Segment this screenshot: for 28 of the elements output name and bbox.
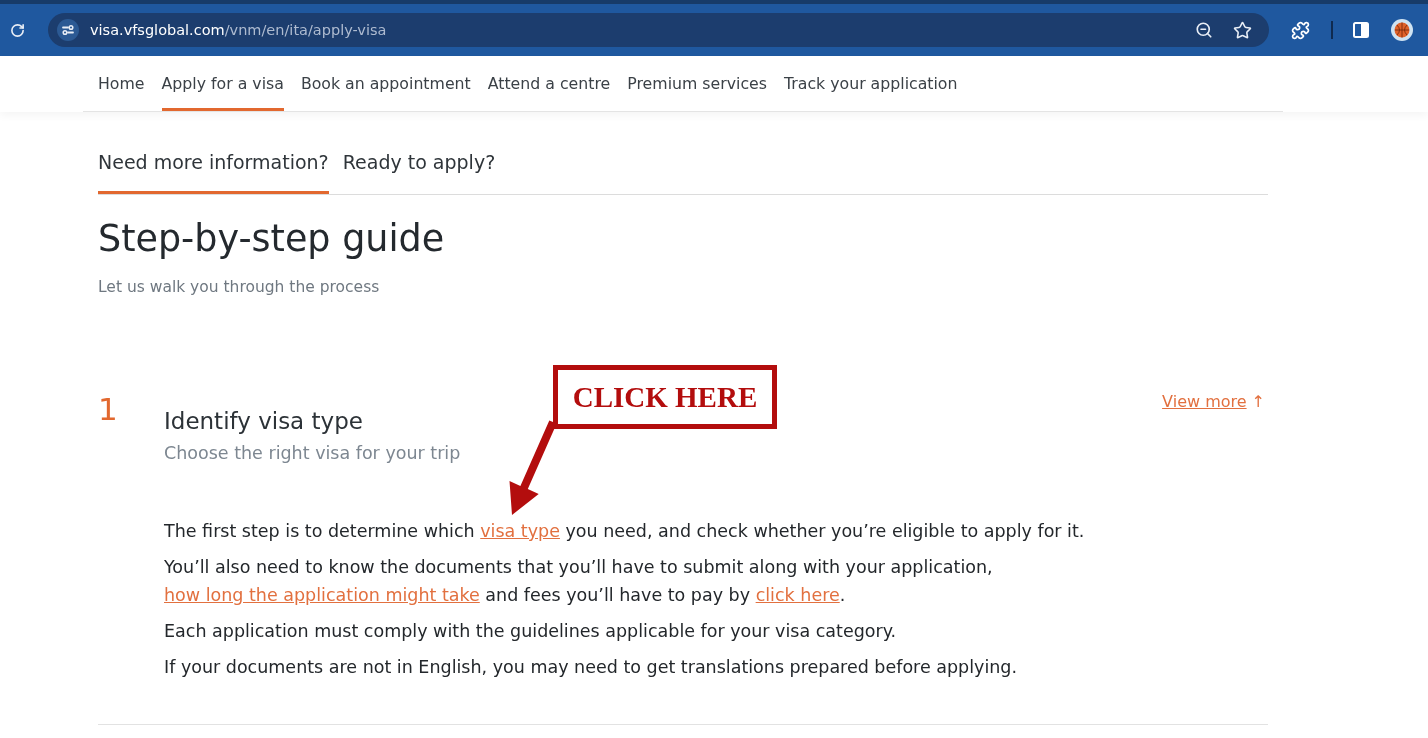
step-paragraph: You’ll also need to know the documents that you’ll have to submit along with your application, how long the application might take and fees you’ll have to pay by click here.	[164, 556, 994, 607]
step-number: 1	[98, 390, 119, 429]
page-title: Step-by-step guide	[98, 216, 446, 262]
star-icon[interactable]	[1233, 20, 1252, 40]
arrow-icon	[509, 420, 557, 515]
address-bar[interactable]: visa.vfsglobal.com/vnm/en/ita/apply-visa	[48, 13, 1269, 47]
reload-icon[interactable]	[10, 22, 25, 38]
nav-link[interactable]: Apply for a visa	[161, 56, 284, 111]
callout: CLICK HERE	[553, 365, 777, 429]
url-text: visa.vfsglobal.com/vnm/en/ita/apply-visa	[90, 22, 388, 38]
nav-link[interactable]: Track your application	[783, 56, 958, 111]
step-title: Identify visa type	[164, 407, 364, 435]
zoom-out-icon[interactable]	[1195, 21, 1213, 39]
nav-link[interactable]: Home	[98, 56, 145, 111]
step-paragraph: Each application must comply with the guidelines applicable for your visa category.	[164, 620, 898, 643]
puzzle-icon[interactable]	[1291, 20, 1310, 40]
nav-link[interactable]: Book an appointment	[300, 56, 471, 111]
step-paragraph: The first step is to determine which visa type you need, and check whether you’re eligible to apply for it.	[164, 520, 1086, 543]
step-paragraph: If your documents are not in English, you may need to get translations prepared before applying.	[164, 656, 1019, 679]
section-tab[interactable]: Need more information?	[98, 150, 329, 194]
site-settings-icon[interactable]	[57, 19, 79, 41]
section-tab[interactable]: Ready to apply?	[342, 150, 496, 194]
avatar-icon[interactable]	[1391, 19, 1413, 41]
nav-link[interactable]: Premium services	[627, 56, 767, 111]
page-subtitle: Let us walk you through the process	[98, 277, 381, 297]
nav-link[interactable]: Attend a centre	[487, 56, 611, 111]
step-subtitle: Choose the right visa for your trip	[164, 442, 462, 465]
side-panel-icon[interactable]	[1353, 22, 1369, 38]
